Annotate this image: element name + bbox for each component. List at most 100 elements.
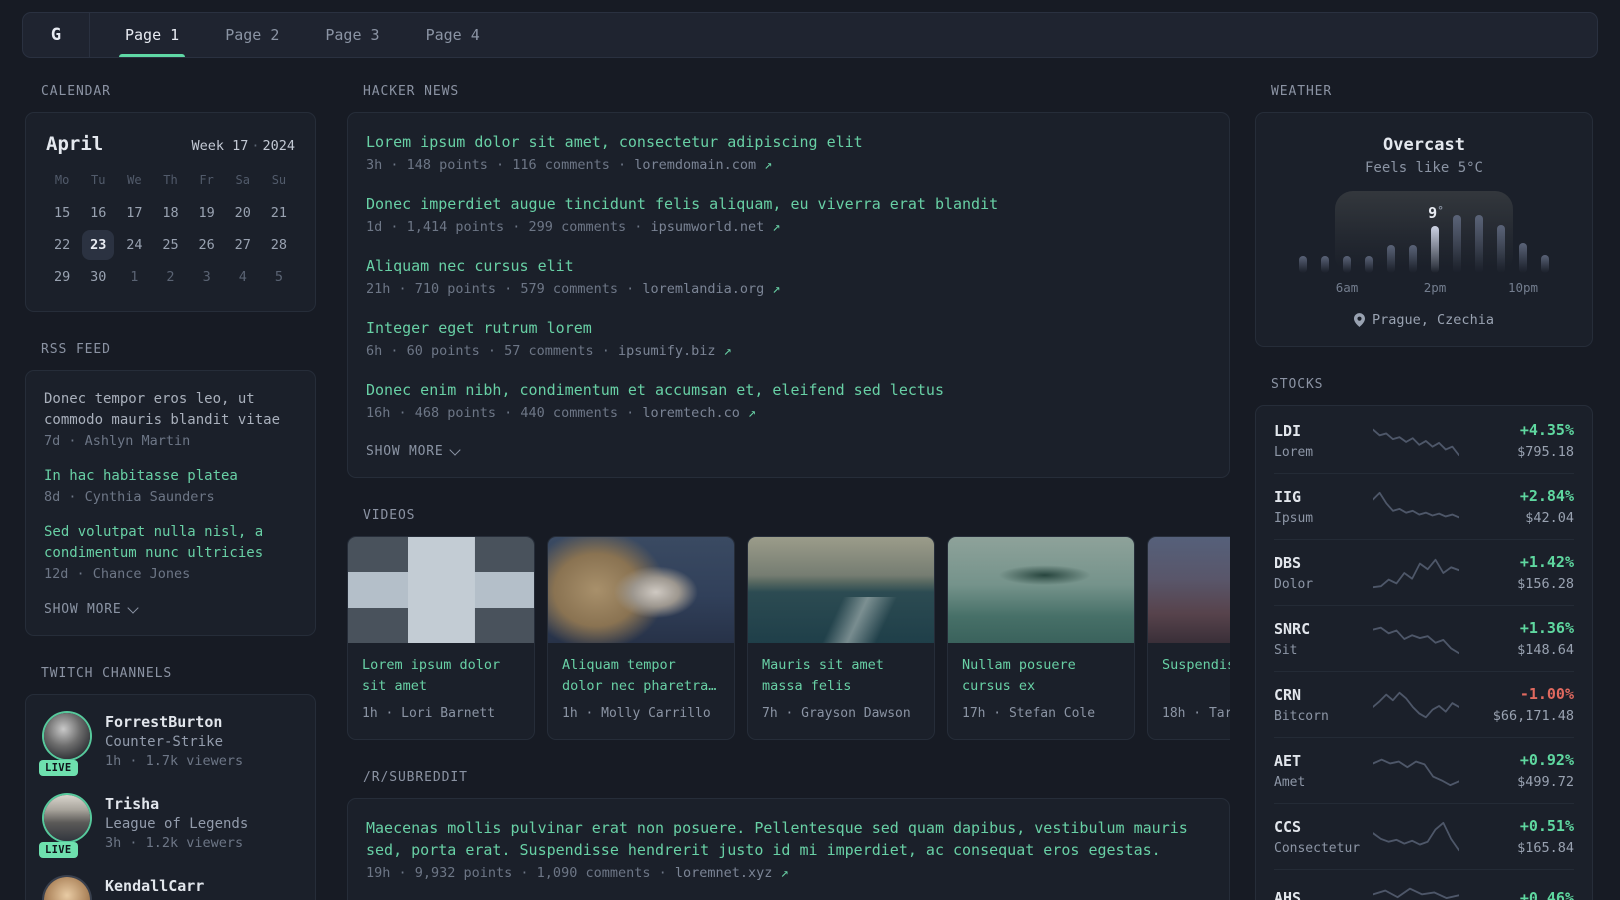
twitch-section-label: TWITCH CHANNELS bbox=[41, 666, 173, 681]
subreddit-post-domain[interactable]: loremnet.xyz bbox=[675, 865, 773, 881]
rss-show-more-button[interactable]: SHOW MORE bbox=[44, 601, 140, 617]
stock-change: +0.46% bbox=[1519, 888, 1574, 900]
video-thumbnail-camera-hands[interactable] bbox=[548, 537, 734, 643]
stock-ticker[interactable]: CRN bbox=[1274, 686, 1370, 704]
stock-ticker[interactable]: SNRC bbox=[1274, 620, 1370, 638]
stock-row[interactable]: CRN Bitcorn -1.00% $66,171.48 bbox=[1274, 671, 1574, 737]
hackernews-item-domain[interactable]: loremdomain.com bbox=[634, 157, 756, 173]
video-meta: 1h · Molly Carrillo bbox=[562, 706, 711, 721]
video-card[interactable]: Lorem ipsum dolor sit amet consectetu… 1… bbox=[347, 536, 535, 740]
video-title[interactable]: Lorem ipsum dolor sit amet consectetu… bbox=[362, 655, 520, 697]
location-pin-icon bbox=[1354, 313, 1366, 327]
twitch-avatar-wrap: LIVE bbox=[39, 795, 90, 858]
video-title[interactable]: Suspendisse diam bbox=[1162, 655, 1230, 697]
twitch-channel-row[interactable]: KendallCarr bbox=[44, 877, 297, 900]
stock-values: +1.42% $156.28 bbox=[1462, 553, 1574, 592]
hackernews-section-label: HACKER NEWS bbox=[363, 84, 460, 99]
video-card[interactable]: Aliquam tempor dolor nec pharetra… 1h · … bbox=[547, 536, 735, 740]
video-thumbnail-canoe-fog[interactable] bbox=[948, 537, 1134, 643]
video-title[interactable]: Mauris sit amet massa felis bbox=[762, 655, 920, 697]
calendar-week-row: 15 16 17 18 19 20 21 bbox=[44, 197, 297, 229]
twitch-channel-info: KendallCarr bbox=[105, 877, 204, 900]
video-thumbnail-misty-field[interactable] bbox=[1148, 537, 1230, 643]
hackernews-item-title[interactable]: Aliquam nec cursus elit bbox=[366, 255, 1211, 277]
stock-ticker[interactable]: LDI bbox=[1274, 422, 1370, 440]
twitch-channel-name[interactable]: KendallCarr bbox=[105, 877, 204, 895]
dashboard-columns: CALENDAR April Week 17 · 2024 Mo Tu We Th … bbox=[0, 84, 1620, 900]
hackernews-item-title[interactable]: Donec imperdiet augue tincidunt felis al… bbox=[366, 193, 1211, 215]
stock-name: Consectetur bbox=[1274, 840, 1361, 856]
twitch-channel-row[interactable]: LIVE Trisha League of Legends 3h · 1.2k … bbox=[39, 795, 297, 858]
weather-hour-bar bbox=[1453, 215, 1461, 273]
stock-values: +0.46% bbox=[1462, 889, 1574, 900]
tab-page-1[interactable]: Page 1 bbox=[113, 13, 191, 57]
stock-row[interactable]: LDI Lorem +4.35% $795.18 bbox=[1274, 408, 1574, 473]
hackernews-item-domain[interactable]: loremlandia.org bbox=[642, 281, 764, 297]
video-thumbnail-towers-sky[interactable] bbox=[348, 537, 534, 643]
stock-sparkline bbox=[1373, 754, 1459, 788]
tab-page-3[interactable]: Page 3 bbox=[313, 13, 391, 57]
rss-item-meta: 12d · Chance Jones bbox=[44, 566, 191, 582]
rss-item-title[interactable]: In hac habitasse platea bbox=[44, 466, 297, 487]
external-link-icon: ↗ bbox=[772, 281, 781, 297]
hackernews-item-title[interactable]: Lorem ipsum dolor sit amet, consectetur … bbox=[366, 131, 1211, 153]
calendar-day-next-month: 3 bbox=[202, 269, 211, 285]
video-card-clipped[interactable]: Suspendisse diam 18h · Tara bbox=[1147, 536, 1230, 740]
stock-ticker[interactable]: AHS bbox=[1274, 889, 1370, 900]
stock-price: $148.64 bbox=[1517, 642, 1574, 658]
stock-ticker[interactable]: AET bbox=[1274, 752, 1370, 770]
twitch-channel-row[interactable]: LIVE ForrestBurton Counter-Strike 1h · 1… bbox=[39, 713, 297, 776]
tab-page-2[interactable]: Page 2 bbox=[213, 13, 291, 57]
twitch-channel-name[interactable]: Trisha bbox=[105, 795, 248, 813]
video-title[interactable]: Nullam posuere cursus ex bbox=[962, 655, 1120, 697]
stock-row[interactable]: IIG Ipsum +2.84% $42.04 bbox=[1274, 473, 1574, 539]
video-card[interactable]: Nullam posuere cursus ex 17h · Stefan Co… bbox=[947, 536, 1135, 740]
twitch-channel-info: ForrestBurton Counter-Strike 1h · 1.7k v… bbox=[105, 713, 243, 769]
calendar-day-next-month: 4 bbox=[238, 269, 247, 285]
weather-hour-bar bbox=[1519, 243, 1527, 273]
stock-row[interactable]: AET Amet +0.92% $499.72 bbox=[1274, 737, 1574, 803]
twitch-avatar-wrap: LIVE bbox=[39, 713, 90, 776]
video-card[interactable]: Mauris sit amet massa felis 7h · Grayson… bbox=[747, 536, 935, 740]
video-card-body: Aliquam tempor dolor nec pharetra… 1h · … bbox=[548, 643, 734, 739]
hackernews-item-domain[interactable]: loremtech.co bbox=[642, 405, 740, 421]
stock-id: SNRC Sit bbox=[1274, 620, 1370, 658]
stock-row[interactable]: DBS Dolor +1.42% $156.28 bbox=[1274, 539, 1574, 605]
subreddit-post-meta: 19h · 9,932 points · 1,090 comments · lo… bbox=[366, 865, 1211, 881]
calendar-month: April bbox=[46, 133, 104, 155]
chevron-down-icon bbox=[449, 443, 462, 456]
hackernews-item-title[interactable]: Donec enim nibh, condimentum et accumsan… bbox=[366, 379, 1211, 401]
stock-row[interactable]: AHS +0.46% bbox=[1274, 869, 1574, 900]
stock-ticker[interactable]: DBS bbox=[1274, 554, 1370, 572]
hackernews-item-domain[interactable]: ipsumify.biz bbox=[618, 343, 716, 359]
hackernews-show-more-button[interactable]: SHOW MORE bbox=[366, 443, 462, 459]
weather-hour-bar bbox=[1343, 256, 1351, 273]
calendar-widget: CALENDAR April Week 17 · 2024 Mo Tu We Th … bbox=[25, 84, 316, 312]
twitch-channel-name[interactable]: ForrestBurton bbox=[105, 713, 243, 731]
video-thumbnail-boat-wake[interactable] bbox=[748, 537, 934, 643]
hackernews-item-domain[interactable]: ipsumworld.net bbox=[650, 219, 764, 235]
stock-row[interactable]: CCS Consectetur +0.51% $165.84 bbox=[1274, 803, 1574, 869]
tab-page-4[interactable]: Page 4 bbox=[414, 13, 492, 57]
stock-name: Bitcorn bbox=[1274, 708, 1329, 724]
hackernews-item-title[interactable]: Integer eget rutrum lorem bbox=[366, 317, 1211, 339]
calendar-day: 22 bbox=[53, 237, 71, 253]
twitch-channel-meta: 1h · 1.7k viewers bbox=[105, 753, 244, 769]
calendar-week: Week 17 bbox=[191, 138, 249, 154]
subreddit-post-title[interactable]: Maecenas mollis pulvinar erat non posuer… bbox=[366, 817, 1211, 861]
weather-hour-bar bbox=[1475, 215, 1483, 273]
video-meta: 1h · Lori Barnett bbox=[362, 706, 496, 721]
stock-row[interactable]: SNRC Sit +1.36% $148.64 bbox=[1274, 605, 1574, 671]
calendar-header: April Week 17 · 2024 bbox=[44, 131, 297, 169]
weather-hour-bar bbox=[1365, 256, 1373, 273]
stock-ticker[interactable]: IIG bbox=[1274, 488, 1370, 506]
stock-ticker[interactable]: CCS bbox=[1274, 818, 1370, 836]
rss-item: In hac habitasse platea 8d · Cynthia Sau… bbox=[44, 466, 297, 505]
rss-item-title[interactable]: Donec tempor eros leo, ut commodo mauris… bbox=[44, 389, 297, 431]
stock-sparkline bbox=[1373, 820, 1459, 854]
rss-item-title[interactable]: Sed volutpat nulla nisl, a condimentum n… bbox=[44, 522, 297, 564]
video-title[interactable]: Aliquam tempor dolor nec pharetra… bbox=[562, 655, 720, 697]
app-logo[interactable]: G bbox=[23, 13, 90, 57]
chevron-down-icon bbox=[127, 601, 140, 614]
calendar-day-next-month: 5 bbox=[274, 269, 283, 285]
